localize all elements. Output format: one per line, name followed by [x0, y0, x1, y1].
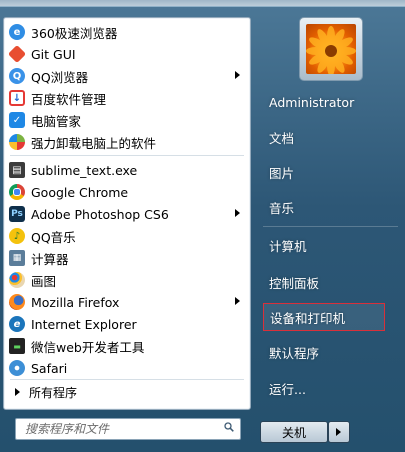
- uninstall-icon: [9, 134, 25, 150]
- search-input[interactable]: [23, 421, 219, 437]
- separator: [263, 226, 398, 227]
- submenu-arrow-icon[interactable]: [235, 71, 240, 79]
- program-sublime-text[interactable]: ▤ sublime_text.exe: [6, 159, 246, 181]
- program-360-browser[interactable]: e 360极速浏览器: [6, 21, 246, 43]
- photoshop-icon: Ps: [9, 206, 25, 222]
- chevron-right-icon: [336, 428, 341, 436]
- program-label: 微信web开发者工具: [31, 339, 145, 355]
- qq-music-icon: ♪: [9, 228, 25, 244]
- wechat-devtools-icon: ▬: [9, 338, 25, 354]
- program-label: Google Chrome: [31, 184, 129, 200]
- user-name-link[interactable]: Administrator: [263, 88, 385, 116]
- chrome-icon: [9, 184, 25, 200]
- expand-arrow-icon: [15, 388, 20, 396]
- search-box[interactable]: [15, 418, 241, 440]
- calculator-icon: ▦: [9, 250, 25, 266]
- program-label: 360极速浏览器: [31, 25, 118, 41]
- program-label: Adobe Photoshop CS6: [31, 206, 169, 222]
- pictures-link[interactable]: 图片: [263, 158, 385, 186]
- program-wechat-devtools[interactable]: ▬ 微信web开发者工具: [6, 335, 246, 357]
- flower-picture-icon: [306, 24, 356, 74]
- computer-link[interactable]: 计算机: [263, 231, 385, 259]
- qq-browser-icon: Q: [9, 68, 25, 84]
- run-link[interactable]: 运行...: [263, 374, 385, 402]
- program-label: Safari: [31, 360, 68, 376]
- start-menu: e 360极速浏览器 Git GUI Q QQ浏览器 ↓ 百度软件管理 ✓ 电脑…: [0, 6, 405, 452]
- program-label: 计算器: [31, 251, 69, 267]
- documents-link[interactable]: 文档: [263, 123, 385, 151]
- separator: [10, 155, 244, 156]
- program-git-gui[interactable]: Git GUI: [6, 43, 246, 65]
- sublime-icon: ▤: [9, 162, 25, 178]
- program-label: sublime_text.exe: [31, 162, 138, 178]
- git-icon: [7, 44, 27, 64]
- ie-icon: e: [9, 316, 25, 332]
- program-uninstaller[interactable]: 强力卸载电脑上的软件: [6, 131, 246, 153]
- pc-manager-icon: ✓: [9, 112, 25, 128]
- program-paint[interactable]: 画图: [6, 269, 246, 291]
- paint-icon: [9, 272, 25, 288]
- separator: [10, 379, 244, 380]
- program-qq-music[interactable]: ♪ QQ音乐: [6, 225, 246, 247]
- default-programs-link[interactable]: 默认程序: [263, 338, 385, 366]
- program-firefox[interactable]: Mozilla Firefox: [6, 291, 246, 313]
- program-label: Internet Explorer: [31, 316, 137, 332]
- shutdown-options-button[interactable]: [328, 421, 350, 443]
- program-google-chrome[interactable]: Google Chrome: [6, 181, 246, 203]
- music-link[interactable]: 音乐: [263, 193, 385, 221]
- program-label: 百度软件管理: [31, 91, 107, 107]
- program-photoshop[interactable]: Ps Adobe Photoshop CS6: [6, 203, 246, 225]
- browser-360-icon: e: [9, 24, 25, 40]
- devices-and-printers-link[interactable]: 设备和打印机: [263, 303, 385, 331]
- all-programs-label: 所有程序: [29, 385, 78, 400]
- program-baidu-manager[interactable]: ↓ 百度软件管理: [6, 87, 246, 109]
- program-internet-explorer[interactable]: e Internet Explorer: [6, 313, 246, 335]
- firefox-icon: [9, 294, 25, 310]
- search-area: [3, 410, 249, 448]
- all-programs-button[interactable]: 所有程序: [6, 381, 246, 403]
- program-label: 电脑管家: [31, 113, 82, 129]
- baidu-icon: ↓: [9, 90, 25, 106]
- search-icon[interactable]: [224, 422, 234, 432]
- program-label: Mozilla Firefox: [31, 294, 120, 310]
- program-label: 强力卸载电脑上的软件: [31, 135, 157, 151]
- shutdown-button[interactable]: 关机: [260, 421, 328, 443]
- program-label: 画图: [31, 273, 57, 289]
- program-calculator[interactable]: ▦ 计算器: [6, 247, 246, 269]
- user-avatar[interactable]: [299, 17, 363, 81]
- submenu-arrow-icon[interactable]: [235, 297, 240, 305]
- submenu-arrow-icon[interactable]: [235, 209, 240, 217]
- safari-icon: [9, 360, 25, 376]
- places-pane: Administrator 文档 图片 音乐 计算机 控制面板 设备和打印机 默…: [255, 17, 405, 441]
- control-panel-link[interactable]: 控制面板: [263, 268, 385, 296]
- program-qq-browser[interactable]: Q QQ浏览器: [6, 65, 246, 87]
- program-label: Git GUI: [31, 46, 76, 62]
- program-label: QQ音乐: [31, 229, 76, 245]
- program-label: QQ浏览器: [31, 69, 89, 85]
- program-safari[interactable]: Safari: [6, 357, 246, 379]
- program-pc-manager[interactable]: ✓ 电脑管家: [6, 109, 246, 131]
- programs-pane: e 360极速浏览器 Git GUI Q QQ浏览器 ↓ 百度软件管理 ✓ 电脑…: [3, 17, 251, 410]
